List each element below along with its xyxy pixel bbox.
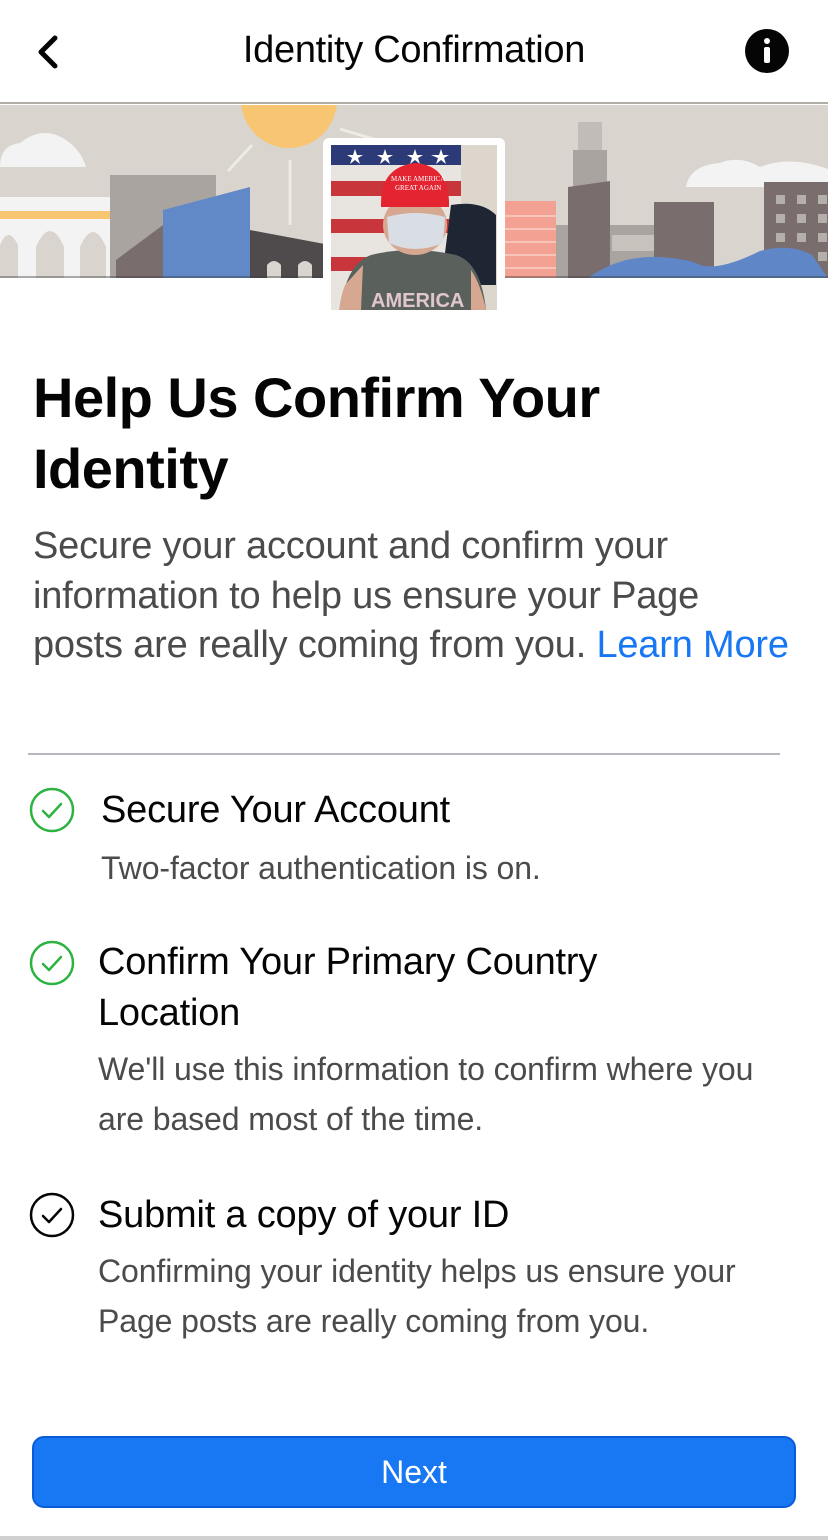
step-description: Two-factor authentication is on.	[101, 850, 541, 886]
intro-text: Secure your account and confirm your inf…	[33, 522, 793, 671]
check-circle-icon	[29, 940, 75, 986]
svg-text:GREAT AGAIN: GREAT AGAIN	[395, 184, 441, 192]
svg-text:MAKE AMERICA: MAKE AMERICA	[391, 175, 445, 183]
page-title: Identity Confirmation	[242, 29, 586, 71]
bottom-edge	[0, 1536, 828, 1540]
check-circle-icon	[29, 787, 75, 833]
step-description: We'll use this information to confirm wh…	[98, 1051, 754, 1137]
profile-photo: AMERICA MAKE AMERICA GREAT AGAIN	[331, 145, 497, 310]
top-nav-bar: Identity Confirmation	[0, 0, 828, 104]
step-description: Confirming your identity helps us ensure…	[98, 1253, 736, 1339]
info-icon	[745, 29, 789, 73]
step-title: Secure Your Account	[101, 789, 451, 831]
learn-more-link[interactable]: Learn More	[596, 624, 789, 666]
svg-text:AMERICA: AMERICA	[371, 290, 464, 310]
profile-photo-frame: AMERICA MAKE AMERICA GREAT AGAIN	[323, 138, 505, 314]
info-button[interactable]	[745, 29, 789, 73]
next-button[interactable]: Next	[32, 1436, 796, 1508]
step-title: Confirm Your Primary Country Location	[98, 941, 598, 1034]
step-title: Submit a copy of your ID	[98, 1194, 510, 1236]
section-divider	[28, 753, 780, 755]
check-circle-icon	[29, 1192, 75, 1238]
headline: Help Us Confirm Your Identity	[33, 366, 600, 500]
